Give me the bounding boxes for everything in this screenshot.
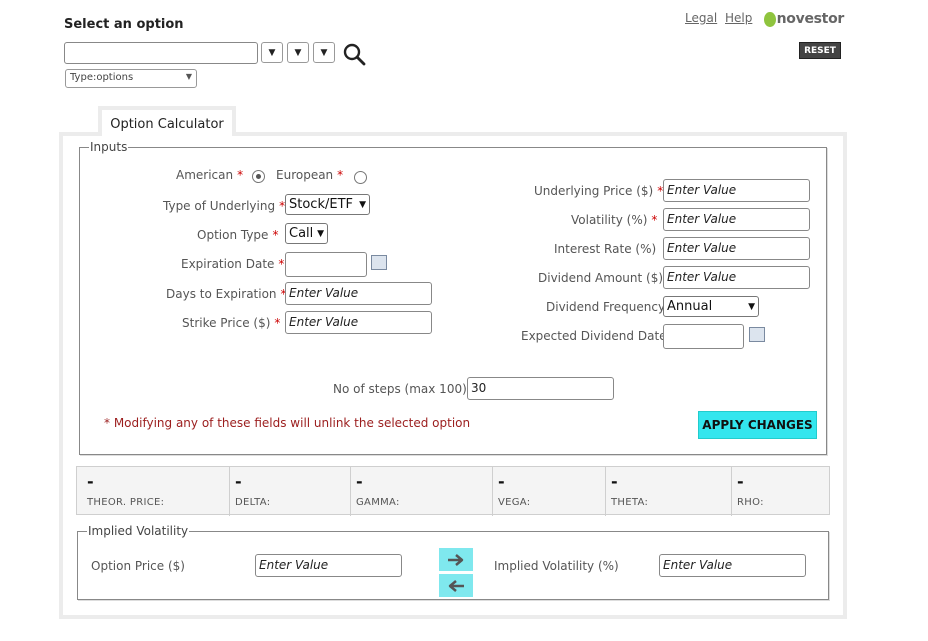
dividend-frequency-label: Dividend Frequency (546, 300, 666, 314)
greek-gamma: - GAMMA: (351, 467, 493, 516)
implied-volatility-label: Implied Volatility (%) (494, 559, 619, 573)
dividend-amount-input[interactable]: Enter Value (663, 266, 810, 289)
greek-delta: - DELTA: (230, 467, 351, 516)
days-to-expiration-label: Days to Expiration * (166, 287, 287, 301)
option-symbol-input[interactable] (64, 42, 258, 64)
chevron-down-icon: ▼ (294, 47, 302, 58)
expiration-date-label: Expiration Date * (181, 257, 285, 271)
european-label: European * (276, 168, 344, 182)
tab-option-calculator[interactable]: Option Calculator (98, 106, 236, 136)
chevron-down-icon: ▼ (185, 72, 192, 81)
greek-value: - (87, 472, 94, 491)
greek-value: - (356, 472, 363, 491)
american-radio[interactable] (252, 170, 265, 183)
arrow-left-button[interactable] (439, 574, 473, 597)
option-type-select[interactable]: Call ▼ (285, 223, 328, 244)
unlink-warning-note: * Modifying any of these fields will unl… (104, 416, 471, 430)
call-put-select[interactable]: ▼ (313, 42, 335, 63)
chevron-down-icon: ▼ (320, 47, 328, 58)
greek-value: - (611, 472, 618, 491)
implied-volatility-legend: Implied Volatility (87, 524, 190, 538)
greek-value: - (498, 472, 505, 491)
greek-label: THETA: (611, 497, 649, 508)
arrow-right-icon (448, 553, 464, 566)
search-icon[interactable] (342, 42, 366, 66)
inputs-legend: Inputs (89, 140, 129, 154)
underlying-price-input[interactable]: Enter Value (663, 179, 810, 202)
strike-price-input[interactable]: Enter Value (285, 311, 432, 334)
greek-value: - (737, 472, 744, 491)
type-select[interactable]: Type:options ▼ (65, 69, 197, 88)
type-of-underlying-label: Type of Underlying * (163, 199, 286, 213)
greek-label: THEOR. PRICE: (87, 497, 165, 508)
greek-theor-price: - THEOR. PRICE: (77, 467, 230, 516)
option-price-label: Option Price ($) (91, 559, 185, 573)
dividend-frequency-select[interactable]: Annual ▼ (663, 296, 759, 317)
calendar-icon[interactable] (371, 255, 387, 270)
strike-select[interactable]: ▼ (287, 42, 309, 63)
arrow-right-button[interactable] (439, 548, 473, 571)
logo-text: novestor (776, 11, 845, 27)
expiration-date-input[interactable] (285, 252, 367, 277)
chevron-down-icon: ▼ (268, 47, 276, 58)
greek-value: - (235, 472, 242, 491)
greek-theta: - THETA: (606, 467, 732, 516)
steps-input[interactable]: 30 (467, 377, 614, 400)
help-link[interactable]: Help (725, 11, 752, 25)
greek-rho: - RHO: (732, 467, 829, 516)
select-option-title: Select an option (64, 17, 184, 32)
expected-dividend-date-label: Expected Dividend Date (521, 329, 667, 343)
legal-link[interactable]: Legal (685, 11, 717, 25)
interest-rate-input[interactable]: Enter Value (663, 237, 810, 260)
option-type-label: Option Type * (197, 228, 279, 242)
steps-label: No of steps (max 100) (333, 382, 467, 396)
arrow-left-icon (448, 579, 464, 592)
type-of-underlying-select[interactable]: Stock/ETF ▼ (285, 194, 370, 215)
dividend-amount-label: Dividend Amount ($) (538, 271, 664, 285)
chevron-down-icon: ▼ (359, 199, 366, 210)
greeks-bar: - THEOR. PRICE: - DELTA: - GAMMA: - VEGA… (76, 466, 830, 516)
european-radio[interactable] (354, 171, 367, 184)
expiry-select[interactable]: ▼ (261, 42, 283, 63)
volatility-label: Volatility (%) * (571, 213, 658, 227)
interest-rate-label: Interest Rate (%) (554, 242, 657, 256)
chevron-down-icon: ▼ (317, 228, 324, 239)
logo-mark (764, 11, 776, 27)
greek-label: VEGA: (498, 497, 531, 508)
days-to-expiration-input[interactable]: Enter Value (285, 282, 432, 305)
greek-label: DELTA: (235, 497, 271, 508)
volatility-input[interactable]: Enter Value (663, 208, 810, 231)
reset-button[interactable]: RESET (799, 42, 841, 59)
type-select-value: Type:options (70, 72, 134, 83)
strike-price-label: Strike Price ($) * (182, 316, 281, 330)
apply-changes-button[interactable]: APPLY CHANGES (698, 411, 817, 439)
calendar-icon[interactable] (749, 327, 765, 342)
implied-volatility-input[interactable]: Enter Value (659, 554, 806, 577)
underlying-price-label: Underlying Price ($) * (534, 184, 664, 198)
novestor-logo: novestor (764, 9, 844, 29)
american-label: American * (176, 168, 244, 182)
greek-vega: - VEGA: (493, 467, 606, 516)
chevron-down-icon: ▼ (748, 301, 755, 312)
greek-label: RHO: (737, 497, 764, 508)
expected-dividend-date-input[interactable] (663, 324, 744, 349)
greek-label: GAMMA: (356, 497, 400, 508)
tab-label: Option Calculator (110, 117, 224, 132)
option-price-input[interactable]: Enter Value (255, 554, 402, 577)
